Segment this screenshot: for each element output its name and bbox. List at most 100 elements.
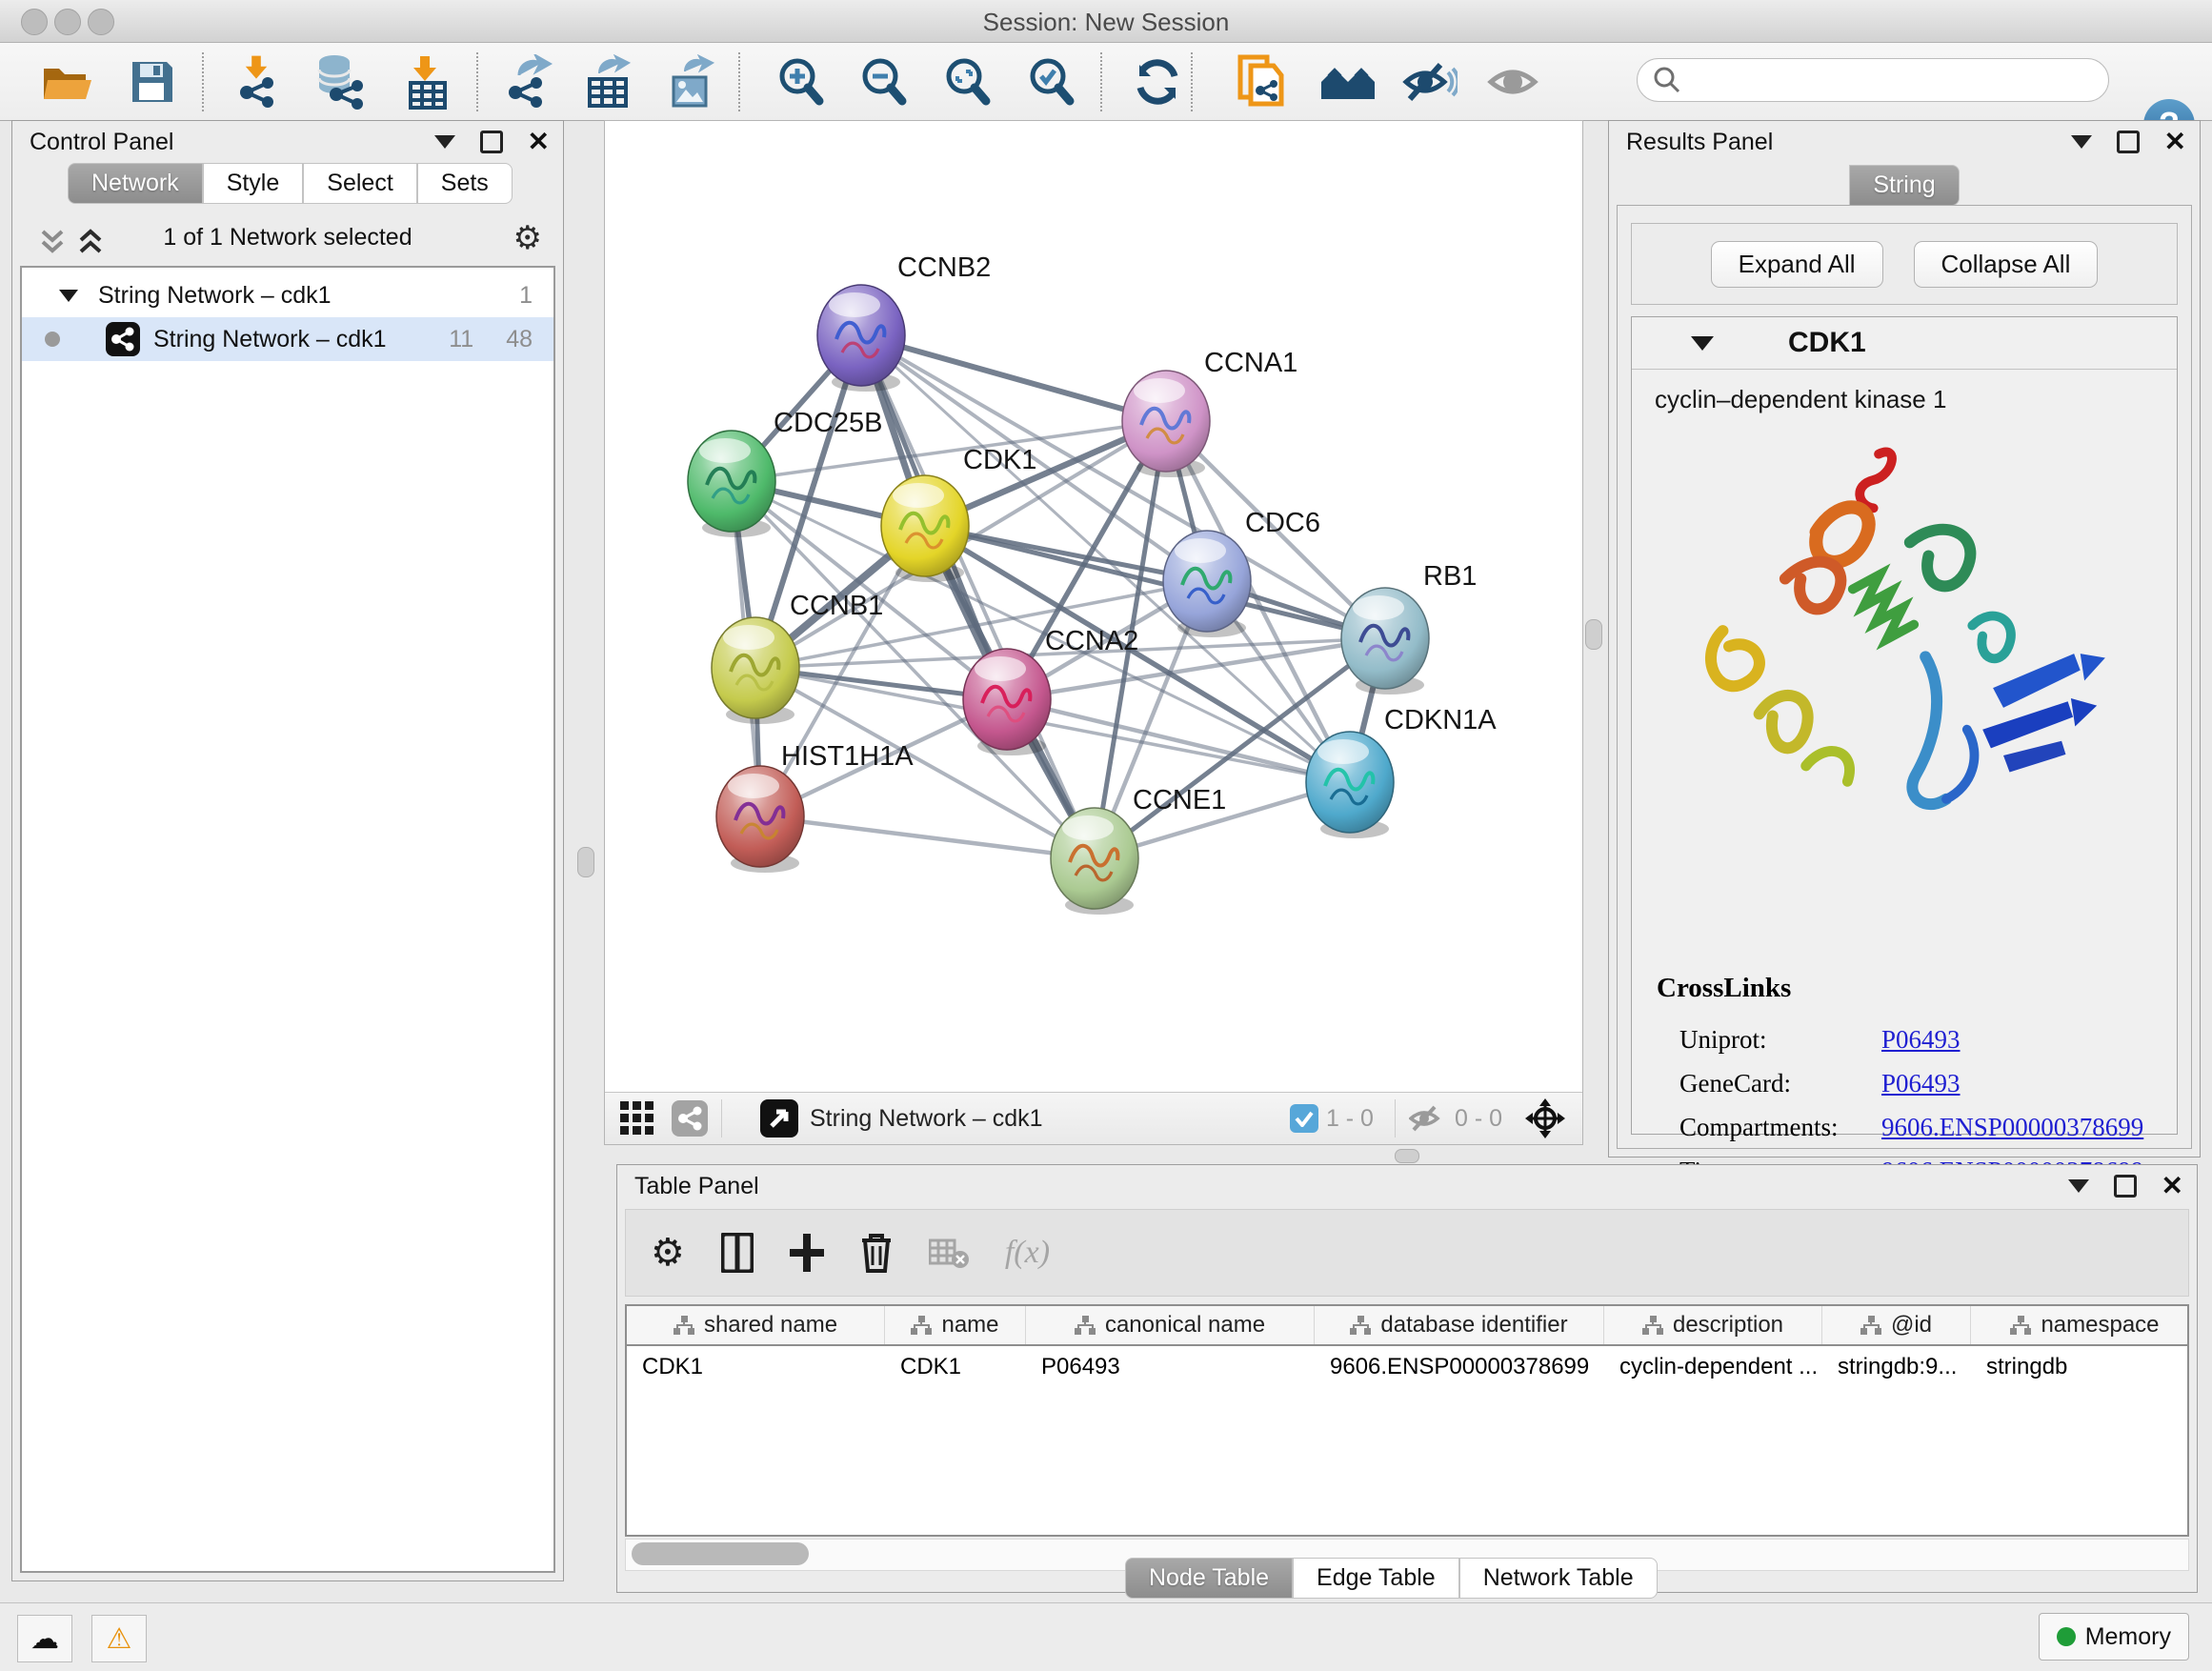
section-collapse-icon[interactable] <box>1691 336 1714 351</box>
network-view[interactable]: CCNB2CCNA1CDC25BCDK1CDC6RB1CCNB1CCNA2CDK… <box>604 120 1583 1145</box>
open-session-icon[interactable] <box>38 54 95 110</box>
collapse-all-button[interactable]: Collapse All <box>1914 241 2099 288</box>
gene-section-header[interactable]: CDK1 <box>1632 317 2177 370</box>
network-node-RB1[interactable]: RB1 <box>1341 561 1477 695</box>
selected-checkbox-icon[interactable] <box>1290 1104 1318 1133</box>
table-cell[interactable]: stringdb:9... <box>1822 1354 1971 1380</box>
network-canvas[interactable]: CCNB2CCNA1CDC25BCDK1CDC6RB1CCNB1CCNA2CDK… <box>605 121 1582 1093</box>
grid-view-icon[interactable] <box>620 1101 654 1136</box>
fit-content-crosshair-icon[interactable] <box>1523 1097 1567 1140</box>
tab-node-table[interactable]: Node Table <box>1125 1558 1293 1599</box>
table-cell[interactable]: cyclin-dependent ... <box>1604 1354 1822 1380</box>
column-header-description[interactable]: description <box>1604 1306 1822 1344</box>
network-node-CCNA1[interactable]: CCNA1 <box>1122 348 1297 477</box>
scrollbar-thumb[interactable] <box>632 1542 809 1565</box>
table-toolbar: ⚙ f(x) <box>625 1209 2189 1297</box>
network-node-CCNB1[interactable]: CCNB1 <box>712 591 883 724</box>
float-panel-icon[interactable] <box>480 131 503 153</box>
collection-expander-icon[interactable] <box>58 287 79 304</box>
float-panel-icon[interactable] <box>2114 1175 2137 1198</box>
network-options-gear-icon[interactable]: ⚙ <box>513 222 542 254</box>
network-row-selected[interactable]: String Network – cdk1 11 48 <box>22 317 553 361</box>
memory-button[interactable]: Memory <box>2039 1613 2189 1661</box>
splitter-handle[interactable] <box>577 847 594 877</box>
collection-count: 1 <box>519 282 533 310</box>
save-session-icon[interactable] <box>124 54 181 110</box>
table-cell[interactable]: 9606.ENSP00000378699 <box>1315 1354 1604 1380</box>
hide-selected-icon[interactable] <box>1401 54 1458 110</box>
panel-menu-icon[interactable] <box>2071 135 2092 149</box>
table-row[interactable]: CDK1CDK1P064939606.ENSP00000378699cyclin… <box>627 1346 2187 1388</box>
tab-edge-table[interactable]: Edge Table <box>1293 1558 1459 1599</box>
network-node-HIST1H1A[interactable]: HIST1H1A <box>716 741 914 873</box>
import-network-from-database-icon[interactable] <box>312 54 369 110</box>
cloud-status-icon[interactable]: ☁ <box>17 1615 72 1662</box>
add-column-icon[interactable] <box>790 1234 824 1272</box>
warning-status-icon[interactable]: ⚠ <box>91 1615 147 1662</box>
show-columns-icon[interactable] <box>721 1233 754 1273</box>
tab-select[interactable]: Select <box>303 163 416 204</box>
export-network-icon[interactable] <box>500 54 557 110</box>
export-table-icon[interactable] <box>580 54 637 110</box>
crosslink-link[interactable]: 9606.ENSP00000378699 <box>1881 1113 2143 1142</box>
close-panel-icon[interactable]: ✕ <box>528 132 550 151</box>
delete-column-icon[interactable] <box>860 1233 893 1273</box>
network-node-CDKN1A[interactable]: CDKN1A <box>1306 705 1497 838</box>
crosslink-row: Compartments:9606.ENSP00000378699 <box>1657 1105 2143 1149</box>
node-table: shared namenamecanonical namedatabase id… <box>625 1304 2189 1537</box>
column-header-sharedname[interactable]: shared name <box>627 1306 885 1344</box>
table-options-gear-icon[interactable]: ⚙ <box>651 1237 685 1269</box>
network-node-CCNE1[interactable]: CCNE1 <box>1051 785 1226 915</box>
panel-menu-icon[interactable] <box>434 135 455 149</box>
tab-string[interactable]: String <box>1849 165 1959 206</box>
expand-collapse-row: Expand All Collapse All <box>1631 223 2178 305</box>
tab-network[interactable]: Network <box>68 163 203 204</box>
crosslinks-title: CrossLinks <box>1657 973 2143 1004</box>
export-image-icon[interactable] <box>664 54 721 110</box>
close-panel-icon[interactable]: ✕ <box>2164 132 2186 151</box>
table-cell[interactable]: P06493 <box>1026 1354 1315 1380</box>
tab-network-table[interactable]: Network Table <box>1459 1558 1658 1599</box>
network-edge[interactable] <box>760 816 1095 858</box>
network-edge[interactable] <box>861 335 1095 858</box>
control-panel: Control Panel ✕ Network Style Select Set… <box>11 120 564 1581</box>
home-icon[interactable] <box>1319 54 1377 110</box>
float-panel-icon[interactable] <box>2117 131 2140 153</box>
network-view-type-icon[interactable] <box>672 1100 708 1137</box>
crosslink-row: Uniprot:P06493 <box>1657 1017 2143 1061</box>
column-header-id[interactable]: @id <box>1822 1306 1971 1344</box>
table-cell[interactable]: stringdb <box>1971 1354 2189 1380</box>
splitter-handle[interactable] <box>1585 619 1602 650</box>
zoom-selected-icon[interactable] <box>1024 54 1081 110</box>
import-table-icon[interactable] <box>399 54 456 110</box>
splitter-handle[interactable] <box>1395 1149 1419 1163</box>
expand-all-button[interactable]: Expand All <box>1711 241 1883 288</box>
column-header-namespace[interactable]: namespace <box>1971 1306 2189 1344</box>
copy-network-icon[interactable] <box>1233 54 1290 110</box>
table-cell[interactable]: CDK1 <box>627 1354 885 1380</box>
zoom-fit-icon[interactable] <box>940 54 997 110</box>
gene-description: cyclin–dependent kinase 1 <box>1655 385 2177 414</box>
birds-eye-view-icon[interactable] <box>760 1099 798 1137</box>
table-panel-title: Table Panel <box>634 1173 759 1200</box>
search-input[interactable] <box>1681 66 2066 94</box>
tab-style[interactable]: Style <box>203 163 304 204</box>
tab-sets[interactable]: Sets <box>417 163 513 204</box>
crosslink-link[interactable]: P06493 <box>1881 1069 1961 1098</box>
network-view-title: String Network – cdk1 <box>810 1105 1043 1133</box>
network-collection-row[interactable]: String Network – cdk1 1 <box>22 273 553 317</box>
network-view-toolbar: String Network – cdk1 1 - 0 0 - 0 <box>605 1092 1582 1144</box>
zoom-in-icon[interactable] <box>774 54 831 110</box>
close-panel-icon[interactable]: ✕ <box>2162 1177 2183 1196</box>
refresh-icon[interactable] <box>1129 54 1186 110</box>
network-node-CCNB2[interactable]: CCNB2 <box>817 252 991 392</box>
crosslink-link[interactable]: P06493 <box>1881 1025 1961 1055</box>
panel-menu-icon[interactable] <box>2068 1179 2089 1193</box>
import-network-icon[interactable] <box>231 54 289 110</box>
show-all-icon[interactable] <box>1486 54 1543 110</box>
zoom-out-icon[interactable] <box>856 54 914 110</box>
column-header-databaseidentifier[interactable]: database identifier <box>1315 1306 1604 1344</box>
column-header-canonicalname[interactable]: canonical name <box>1026 1306 1315 1344</box>
column-header-name[interactable]: name <box>885 1306 1026 1344</box>
table-cell[interactable]: CDK1 <box>885 1354 1026 1380</box>
